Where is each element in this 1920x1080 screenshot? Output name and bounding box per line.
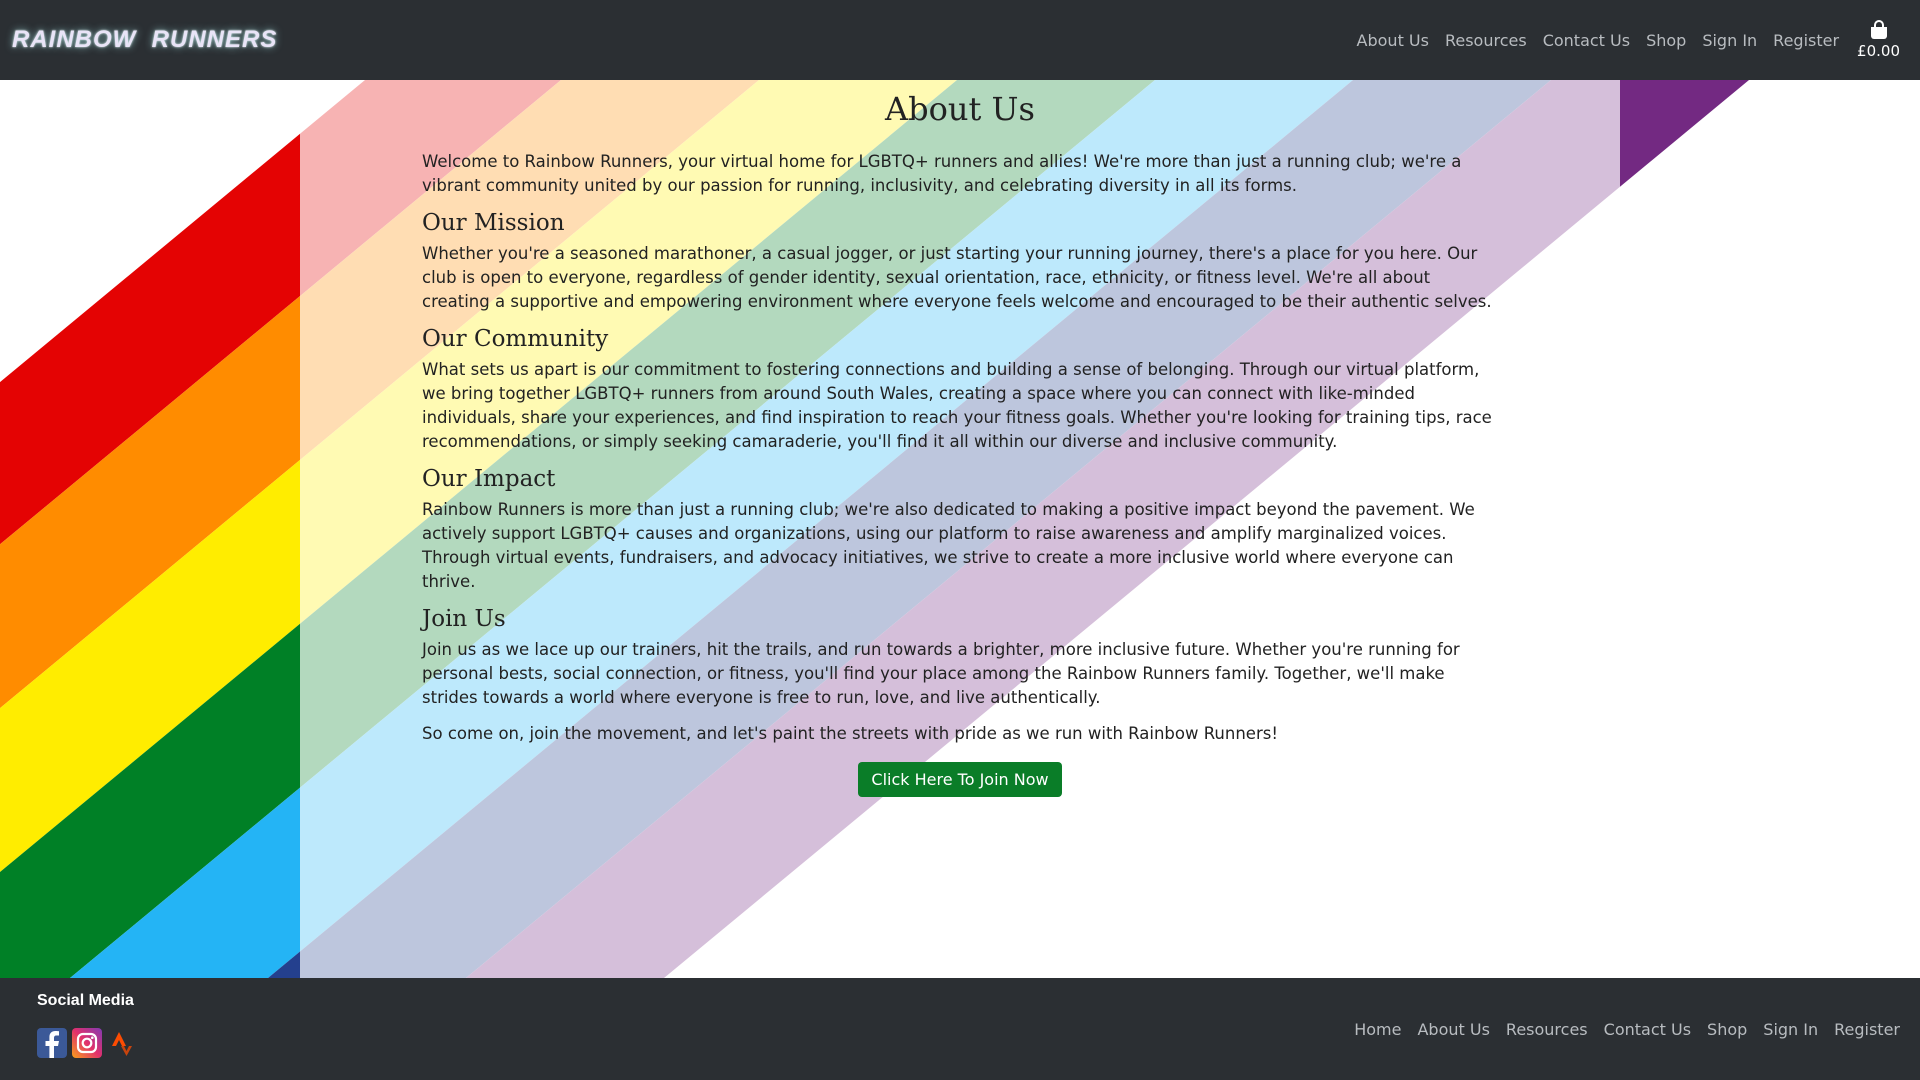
section-heading-mission: Our Mission — [422, 210, 565, 236]
section-text-mission: Whether you're a seasoned marathoner, a … — [422, 244, 1492, 311]
main-content: About Us Welcome to Rainbow Runners, you… — [0, 80, 1920, 978]
social-media-title: Social Media — [37, 992, 134, 1009]
nav-sign-in[interactable]: Sign In — [1694, 31, 1765, 50]
site-header: RAINBOW RUNNERS About Us Resources Conta… — [0, 0, 1920, 80]
footer-nav-resources[interactable]: Resources — [1498, 1020, 1596, 1039]
footer-nav-home[interactable]: Home — [1346, 1020, 1409, 1039]
join-now-button[interactable]: Click Here To Join Now — [858, 762, 1062, 797]
shopping-bag-icon — [1870, 20, 1888, 40]
facebook-icon[interactable] — [37, 1028, 67, 1058]
nav-contact-us[interactable]: Contact Us — [1535, 31, 1638, 50]
nav-shop[interactable]: Shop — [1638, 31, 1694, 50]
shopping-bag-button[interactable]: £0.00 — [1857, 20, 1908, 60]
section-heading-community: Our Community — [422, 326, 609, 352]
main-nav: About Us Resources Contact Us Shop Sign … — [1349, 20, 1908, 60]
footer-nav-sign-in[interactable]: Sign In — [1755, 1020, 1826, 1039]
bag-total: £0.00 — [1857, 42, 1900, 60]
footer-nav-about-us[interactable]: About Us — [1409, 1020, 1497, 1039]
section-heading-impact: Our Impact — [422, 466, 556, 492]
footer-nav: Home About Us Resources Contact Us Shop … — [1346, 1020, 1908, 1039]
about-content: About Us Welcome to Rainbow Runners, you… — [422, 80, 1498, 797]
nav-register[interactable]: Register — [1765, 31, 1847, 50]
instagram-icon[interactable] — [72, 1028, 102, 1058]
nav-about-us[interactable]: About Us — [1349, 31, 1437, 50]
section-text-community: What sets us apart is our commitment to … — [422, 360, 1492, 451]
footer-nav-contact-us[interactable]: Contact Us — [1596, 1020, 1699, 1039]
page-title: About Us — [885, 90, 1035, 128]
site-footer: Social Media Home About Us Resources Con… — [0, 978, 1920, 1080]
section-text-impact: Rainbow Runners is more than just a runn… — [422, 500, 1475, 591]
section-heading-join: Join Us — [422, 606, 506, 632]
footer-nav-register[interactable]: Register — [1826, 1020, 1908, 1039]
footer-nav-shop[interactable]: Shop — [1699, 1020, 1755, 1039]
nav-resources[interactable]: Resources — [1437, 31, 1535, 50]
intro-paragraph: Welcome to Rainbow Runners, your virtual… — [422, 152, 1462, 195]
site-logo[interactable]: RAINBOW RUNNERS — [12, 26, 277, 54]
cta-wrapper: Click Here To Join Now — [422, 762, 1498, 797]
social-icons — [37, 1028, 137, 1058]
strava-icon[interactable] — [107, 1028, 137, 1058]
section-text-join: Join us as we lace up our trainers, hit … — [422, 640, 1460, 707]
closing-paragraph: So come on, join the movement, and let's… — [422, 724, 1278, 743]
